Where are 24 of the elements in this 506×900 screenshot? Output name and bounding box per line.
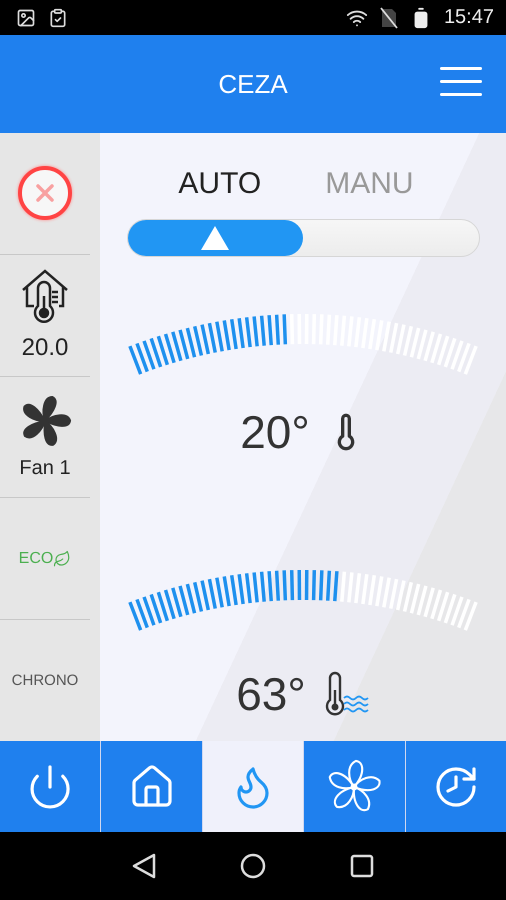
room-temperature-value: 20.0 — [22, 334, 68, 362]
nav-tab[interactable] — [0, 741, 100, 832]
home-button[interactable] — [240, 853, 266, 879]
status-time: 15:47 — [444, 6, 494, 29]
nav-tab[interactable] — [101, 741, 202, 832]
temperature-reading: 63° — [236, 667, 306, 721]
no-sim-icon — [380, 6, 398, 28]
nav-tab[interactable] — [202, 741, 304, 832]
nav-tab[interactable] — [406, 741, 506, 832]
close-button[interactable] — [18, 166, 72, 220]
mode-tab[interactable]: AUTO — [178, 167, 262, 201]
menu-button[interactable] — [440, 67, 482, 96]
fan-speed-label: Fan 1 — [19, 457, 71, 480]
leaf-icon — [53, 550, 72, 568]
temperature-reading: 20° — [240, 405, 310, 459]
header-title: CEZA — [218, 68, 288, 100]
nav-tab[interactable] — [304, 741, 405, 832]
recents-button[interactable] — [350, 854, 374, 878]
slider-thumb-icon[interactable] — [200, 225, 230, 251]
image-icon — [16, 8, 36, 28]
back-button[interactable] — [132, 853, 156, 879]
mode-slider-track[interactable] — [126, 219, 480, 257]
chrono-toggle[interactable]: CHRONO — [12, 672, 78, 690]
clipboard-check-icon — [48, 8, 68, 28]
